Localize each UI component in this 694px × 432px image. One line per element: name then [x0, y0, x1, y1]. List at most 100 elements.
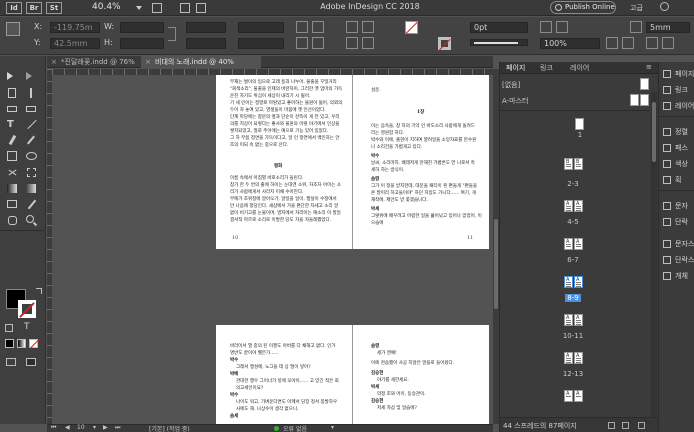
- tab-document-2[interactable]: × 비대의 노래.indd @ 40%: [141, 56, 261, 68]
- panel-menu-icon[interactable]: ≡: [646, 63, 652, 71]
- a-master-left-thumbnail[interactable]: [630, 94, 639, 106]
- page-thumbnail-6[interactable]: A: [564, 238, 573, 250]
- next-page-icon[interactable]: ▶: [103, 424, 108, 431]
- eyedropper-tool-icon[interactable]: [26, 199, 37, 210]
- rotate-cw-icon[interactable]: [296, 21, 308, 33]
- page-label-12-13[interactable]: 12-13: [553, 370, 593, 378]
- swap-fill-stroke-icon[interactable]: [36, 288, 42, 294]
- publish-online-button[interactable]: Publish Online: [550, 1, 616, 14]
- search-icon[interactable]: [660, 2, 669, 11]
- page-13[interactable]: 솜령 세가 엔예! 이에 천숨했어 사공 지않은 말을로 들어왔다. 김승현 야…: [353, 325, 489, 424]
- page-thumbnail-13[interactable]: A: [574, 352, 583, 364]
- current-page-field[interactable]: 10: [77, 424, 85, 431]
- pen-tool-icon[interactable]: [7, 134, 18, 146]
- page-label-8-9[interactable]: 8-9: [565, 294, 581, 302]
- tab-pages[interactable]: 페이지: [506, 63, 525, 73]
- scale-x-field[interactable]: [186, 22, 226, 33]
- apply-none-icon[interactable]: [29, 339, 40, 349]
- preview-mode-icon[interactable]: [26, 358, 36, 366]
- preflight-status-text[interactable]: 오류 없음: [283, 424, 307, 432]
- line-tool-icon[interactable]: [26, 119, 37, 130]
- page-label-10-11[interactable]: 10-11: [553, 332, 593, 340]
- bridge-icon[interactable]: Br: [26, 2, 42, 14]
- selection-tool-icon[interactable]: [7, 72, 13, 80]
- rectangle-frame-tool-icon[interactable]: [7, 151, 18, 162]
- new-page-icon[interactable]: [622, 422, 629, 429]
- content-placer-icon[interactable]: [26, 104, 37, 115]
- stroke-swatch[interactable]: [438, 37, 451, 52]
- page-thumbnail-1[interactable]: [575, 118, 584, 130]
- none-master-thumbnail[interactable]: [640, 78, 649, 90]
- document-canvas[interactable]: 부재는 벌이의 입으로 고래 등과 나누어. 물줄을 꾸밀거리 "회색소리", …: [52, 75, 493, 424]
- page-label-1[interactable]: 1: [560, 131, 600, 139]
- pages-panel-scrollbar[interactable]: [651, 92, 657, 417]
- constrain-proportions-icon[interactable]: [168, 27, 176, 41]
- page-12[interactable]: 바라이서 열 중의 된 이젠도 아버를 다 채해고 없다. 인가 명반도 끝이야…: [216, 325, 352, 424]
- select-previous-icon[interactable]: [346, 37, 358, 49]
- corner-options-icon[interactable]: [630, 21, 642, 33]
- profile-dropdown[interactable]: [기본] (작업 중): [149, 424, 190, 432]
- select-container-icon[interactable]: [346, 21, 358, 33]
- select-next-icon[interactable]: [362, 37, 374, 49]
- dock-item-stroke[interactable]: 획: [661, 174, 694, 186]
- scissors-tool-icon[interactable]: [7, 167, 18, 178]
- stroke-color-swatch[interactable]: [18, 300, 36, 318]
- page-11[interactable]: 설운. 1장 이는 음속을, 창 자의 기억 인 바도소리 사람에게 돌려드 리…: [353, 75, 489, 249]
- width-field[interactable]: [120, 22, 164, 33]
- formatting-affects-text-icon[interactable]: T: [24, 322, 30, 332]
- dock-item-paragraph-styles[interactable]: 단락스: [661, 254, 694, 266]
- apply-color-icon[interactable]: [5, 339, 14, 348]
- previous-page-icon[interactable]: ◀: [65, 424, 70, 431]
- select-content-icon[interactable]: [362, 21, 374, 33]
- page-thumbnail-3[interactable]: B: [574, 158, 583, 170]
- first-page-icon[interactable]: ⏮: [51, 424, 56, 432]
- drop-shadow-icon[interactable]: [556, 21, 568, 33]
- page-size-icon[interactable]: [608, 422, 615, 429]
- fit-frame-icon[interactable]: [622, 37, 634, 49]
- page-thumbnail-8[interactable]: A: [564, 276, 573, 288]
- dock-item-character[interactable]: 문자: [661, 200, 694, 212]
- gradient-swatch-tool-icon[interactable]: [7, 183, 18, 194]
- page-thumbnail-2[interactable]: B: [564, 158, 573, 170]
- note-tool-icon[interactable]: [7, 199, 18, 210]
- workspace-switcher[interactable]: 고급: [630, 3, 643, 13]
- page-thumbnail-7[interactable]: A: [574, 238, 583, 250]
- stroke-type-dropdown[interactable]: [470, 39, 528, 46]
- page-thumbnail-10[interactable]: A: [564, 314, 573, 326]
- page-10[interactable]: 부재는 벌이의 입으로 고래 등과 나누어. 물줄을 꾸밀거리 "회색소리", …: [216, 75, 352, 249]
- scale-y-field[interactable]: [186, 38, 226, 49]
- tab-layers[interactable]: 레이어: [570, 63, 589, 73]
- page-thumbnail-9[interactable]: A: [574, 276, 583, 288]
- preflight-menu-icon[interactable]: ▾: [331, 424, 334, 431]
- y-position-field[interactable]: 42.5mm: [50, 38, 100, 49]
- ellipse-tool-icon[interactable]: [26, 151, 37, 162]
- auto-fit-icon[interactable]: [606, 37, 618, 49]
- free-transform-tool-icon[interactable]: [26, 167, 37, 178]
- a-master[interactable]: A-마스터: [502, 96, 528, 106]
- page-label-6-7[interactable]: 6-7: [553, 256, 593, 264]
- pencil-tool-icon[interactable]: [26, 135, 37, 146]
- rotate-ccw-icon[interactable]: [312, 21, 324, 33]
- direct-selection-tool-icon[interactable]: [26, 72, 32, 80]
- effects-icon[interactable]: [646, 37, 658, 49]
- last-page-icon[interactable]: ⏭: [115, 424, 120, 432]
- gap-field[interactable]: 5mm: [646, 22, 690, 33]
- x-position-field[interactable]: -119.75m: [50, 22, 100, 33]
- view-options-icon[interactable]: [152, 3, 162, 13]
- rotation-field[interactable]: [238, 22, 284, 33]
- dock-item-align[interactable]: 정렬: [661, 126, 694, 138]
- page-thumbnail-5[interactable]: A: [574, 200, 583, 212]
- arrange-documents-icon[interactable]: [196, 3, 206, 13]
- close-icon[interactable]: ×: [51, 56, 57, 68]
- control-panel-menu-icon[interactable]: [662, 37, 674, 49]
- page-thumbnail-11[interactable]: A: [574, 314, 583, 326]
- height-field[interactable]: [120, 38, 164, 49]
- dock-item-character-styles[interactable]: 문자스: [661, 238, 694, 250]
- tab-links[interactable]: 링크: [540, 63, 553, 73]
- a-master-right-thumbnail[interactable]: [640, 94, 649, 106]
- normal-view-mode-icon[interactable]: [6, 358, 16, 366]
- close-icon[interactable]: ×: [145, 56, 151, 68]
- flip-horizontal-icon[interactable]: [296, 37, 308, 49]
- page-thumbnail-15[interactable]: A: [574, 390, 583, 402]
- flip-vertical-icon[interactable]: [312, 37, 324, 49]
